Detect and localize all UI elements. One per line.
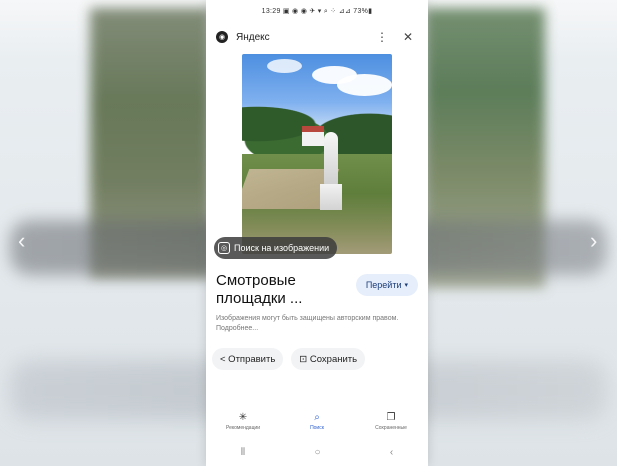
- image-cloud: [267, 59, 302, 73]
- result-title[interactable]: Смотровые площадки ...: [216, 272, 356, 308]
- go-button-label: Перейти: [365, 280, 402, 290]
- back-icon[interactable]: ‹: [390, 447, 393, 458]
- save-button[interactable]: ⊡ Сохранить: [291, 348, 366, 370]
- chevron-left-icon[interactable]: ‹: [18, 228, 25, 254]
- phone-screen: 13:29 ▣ ◉ ◉ ✈ ▾ ⌕ ⁘ ⊿⊿ 73%▮ ◉ Яндекс ⋮ ✕…: [206, 0, 428, 466]
- copyright-disclaimer[interactable]: Изображения могут быть защищены авторски…: [206, 308, 428, 334]
- result-header: Смотровые площадки ... Перейти ▾: [206, 254, 428, 308]
- image-statue-base: [320, 184, 342, 210]
- recent-apps-icon[interactable]: ⦀: [241, 447, 245, 458]
- app-header: ◉ Яндекс ⋮ ✕: [206, 22, 428, 52]
- action-buttons: < Отправить ⊡ Сохранить: [206, 334, 428, 370]
- more-menu-icon[interactable]: ⋮: [372, 30, 392, 44]
- image-statue: [324, 132, 338, 186]
- nav-label: Поиск: [310, 424, 324, 431]
- lens-icon: ◎: [218, 242, 230, 254]
- result-image[interactable]: [242, 54, 392, 254]
- nav-item-search[interactable]: ⌕ Поиск: [287, 412, 347, 431]
- nav-label: Рекомендации: [225, 424, 261, 431]
- nav-label: Сохраненные: [375, 424, 407, 431]
- chevron-right-icon[interactable]: ›: [590, 228, 597, 254]
- search-icon: ⌕: [314, 411, 320, 423]
- status-bar-text: 13:29 ▣ ◉ ◉ ✈ ▾ ⌕ ⁘ ⊿⊿ 73%▮: [261, 7, 373, 15]
- app-title: Яндекс: [236, 31, 270, 43]
- system-nav-bar: ⦀ ○ ‹: [206, 440, 428, 464]
- close-icon[interactable]: ✕: [398, 30, 418, 44]
- yandex-logo-icon: ◉: [216, 31, 228, 43]
- image-search-label: Поиск на изображении: [234, 243, 330, 253]
- nav-item-recommendations[interactable]: ✳ Рекомендации: [213, 412, 273, 431]
- bookmark-icon: ❐: [386, 411, 396, 423]
- go-button[interactable]: Перейти ▾: [355, 274, 418, 296]
- chevron-down-icon: ▾: [404, 282, 408, 289]
- sparkle-icon: ✳: [238, 411, 248, 423]
- nav-item-saved[interactable]: ❐ Сохраненные: [361, 412, 421, 431]
- share-button[interactable]: < Отправить: [212, 348, 284, 370]
- image-house: [302, 126, 324, 146]
- image-search-button[interactable]: ◎ Поиск на изображении: [214, 237, 338, 259]
- image-trees: [242, 84, 392, 164]
- home-icon[interactable]: ○: [314, 447, 320, 458]
- status-bar: 13:29 ▣ ◉ ◉ ✈ ▾ ⌕ ⁘ ⊿⊿ 73%▮: [206, 0, 428, 22]
- bottom-nav: ✳ Рекомендации ⌕ Поиск ❐ Сохраненные: [206, 404, 428, 438]
